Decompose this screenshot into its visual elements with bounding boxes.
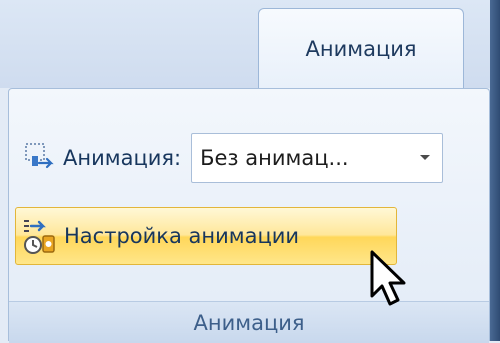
animation-row: Анимация: Без анимац... <box>23 133 444 183</box>
custom-animation-label: Настройка анимации <box>64 224 300 248</box>
animation-select-value: Без анимац... <box>200 146 349 170</box>
ribbon-group-footer: Анимация <box>9 301 489 343</box>
animation-icon <box>25 143 54 169</box>
tab-animation-label: Анимация <box>305 37 417 61</box>
custom-animation-icon <box>24 220 55 254</box>
window-edge <box>490 0 500 341</box>
group-label: Анимация <box>193 311 305 335</box>
mouse-cursor-icon <box>370 250 406 306</box>
animation-select[interactable]: Без анимац... <box>191 133 444 183</box>
chevron-down-icon[interactable] <box>408 134 442 182</box>
animation-label: Анимация: <box>63 146 182 170</box>
tab-animation[interactable]: Анимация <box>258 8 464 90</box>
custom-animation-button[interactable]: Настройка анимации <box>15 207 397 265</box>
ribbon-tab-strip: Анимация <box>0 0 500 90</box>
ribbon-panel: Анимация: Без анимац... Настройка анимац… <box>8 88 490 343</box>
